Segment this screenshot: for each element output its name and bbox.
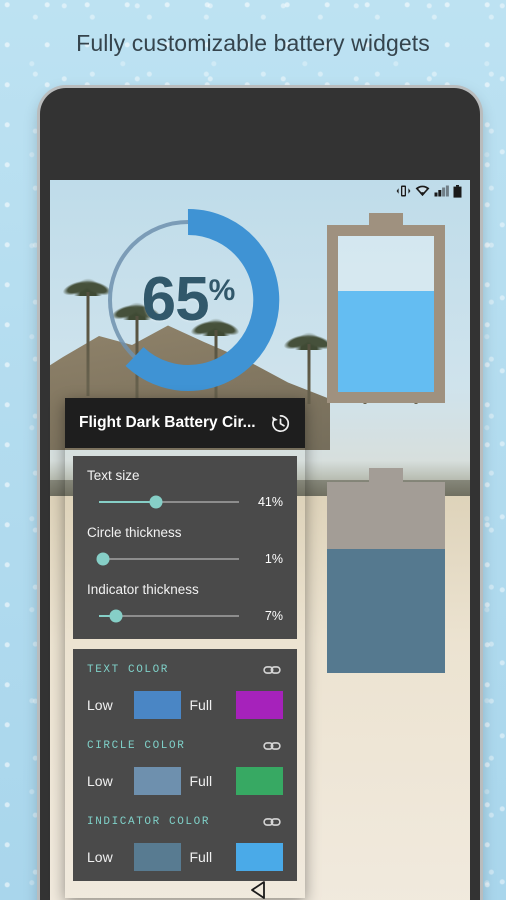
color-group-circle: CIRCLE COLOR Low Full [87,735,283,795]
slider-track[interactable] [99,495,239,509]
low-color-swatch[interactable] [133,691,181,719]
slider-circle-thickness[interactable]: Circle thickness 1% [87,525,283,566]
battery-fill-level [338,290,434,392]
signal-bars-icon [434,185,449,197]
circle-percent-symbol: % [208,274,236,307]
circle-percent-number: 65 [141,265,210,334]
full-color-swatch[interactable] [236,691,283,719]
circle-percent-readout: 65 % [88,200,288,400]
battery-solid-widget[interactable] [327,468,445,673]
widget-settings-dialog: Flight Dark Battery Cir... Text size 41%… [65,398,305,898]
color-group-title: CIRCLE COLOR [87,740,186,752]
color-group-header: CIRCLE COLOR [87,735,283,757]
slider-value: 41% [257,495,283,509]
battery-body [327,225,445,403]
full-label: Full [189,773,213,789]
vibrate-icon [396,185,411,197]
slider-text-size[interactable]: Text size 41% [87,468,283,509]
slider-label: Text size [87,468,140,483]
color-group-header: TEXT COLOR [87,659,283,681]
color-swatch-row: Low Full [87,843,283,871]
full-color-swatch[interactable] [236,843,283,871]
low-label: Low [87,697,113,713]
status-bar [50,180,470,202]
full-color-swatch[interactable] [236,767,283,795]
slider-thumb[interactable] [109,609,123,623]
slider-filled-track [99,501,157,503]
slider-value: 1% [264,552,283,566]
battery-body [327,482,445,673]
link-icon[interactable] [261,735,283,757]
battery-icon [453,184,462,198]
color-group-indicator: INDICATOR COLOR Low Full [87,811,283,871]
battery-fill-level [327,548,445,673]
low-color-swatch[interactable] [133,767,181,795]
color-group-header: INDICATOR COLOR [87,811,283,833]
battery-outline-widget[interactable] [327,213,445,403]
slider-indicator-thickness[interactable]: Indicator thickness 7% [87,582,283,623]
color-group-title: TEXT COLOR [87,664,170,676]
dialog-title: Flight Dark Battery Cir... [79,414,256,431]
color-swatch-row: Low Full [87,767,283,795]
slider-track[interactable] [99,609,239,623]
link-icon[interactable] [261,811,283,833]
sliders-card: Text size 41% Circle thickness 1% Indica… [73,456,297,639]
battery-cap [369,468,403,482]
color-group-text: TEXT COLOR Low Full [87,659,283,719]
battery-cap [369,213,403,225]
palm-tree-decor [293,330,325,404]
full-label: Full [189,849,213,865]
link-icon[interactable] [261,659,283,681]
promo-title: Fully customizable battery widgets [76,30,430,56]
history-restore-icon[interactable] [267,410,293,436]
colors-card: TEXT COLOR Low Full CIRCLE COLOR Low Ful… [73,649,297,881]
slider-thumb[interactable] [96,552,110,566]
dialog-header: Flight Dark Battery Cir... [65,398,305,448]
color-group-title: INDICATOR COLOR [87,816,211,828]
full-label: Full [189,697,213,713]
wifi-icon [415,185,430,196]
color-swatch-row: Low Full [87,691,283,719]
slider-label: Indicator thickness [87,582,199,597]
circle-battery-widget[interactable]: 65 % [88,200,288,400]
slider-label: Circle thickness [87,525,182,540]
low-label: Low [87,773,113,789]
low-color-swatch[interactable] [133,843,181,871]
low-label: Low [87,849,113,865]
slider-thumb[interactable] [149,495,163,509]
slider-track[interactable] [96,552,239,566]
slider-value: 7% [264,609,283,623]
